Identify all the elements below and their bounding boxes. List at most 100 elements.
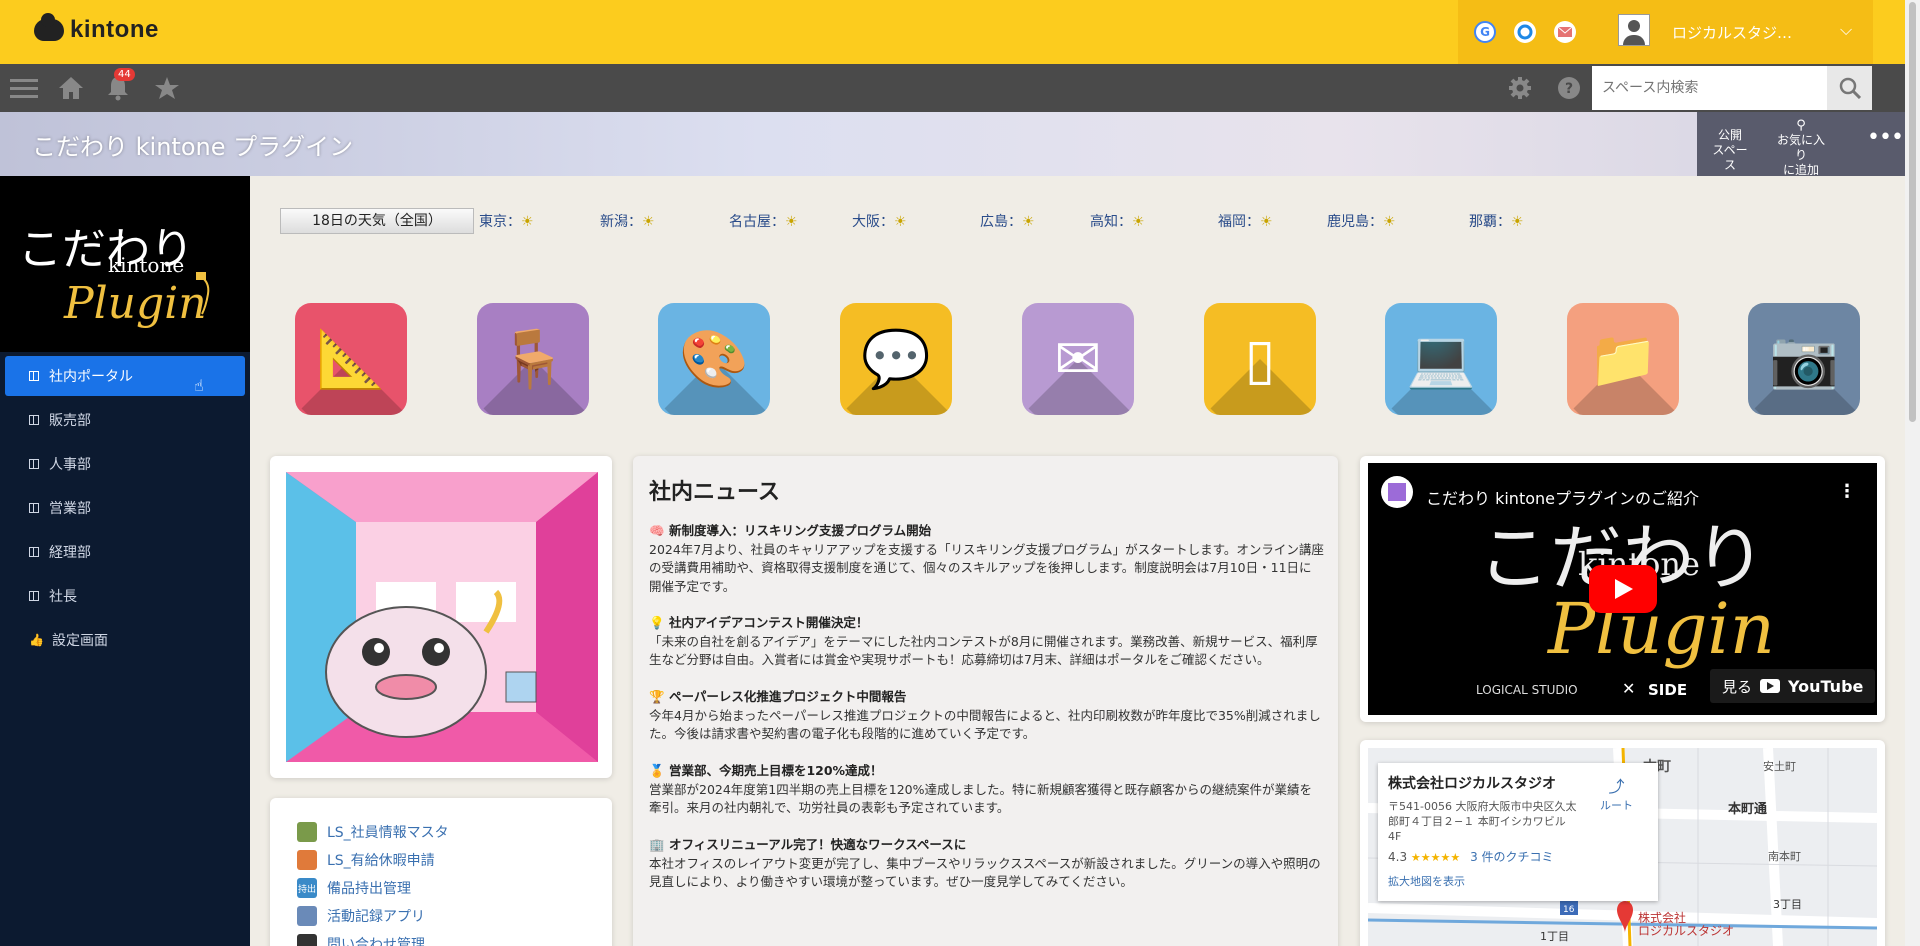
desk-app-icon[interactable]: 🪑: [477, 303, 589, 415]
app-link-label: 問い合わせ管理: [327, 937, 425, 946]
kintone-logo[interactable]: kintone: [34, 13, 159, 44]
weather-icon: ☀: [1511, 214, 1524, 230]
app-link[interactable]: 持出 備品持出管理: [297, 876, 411, 900]
folder-app-icon[interactable]: 📁: [1567, 303, 1679, 415]
video-title[interactable]: こだわり kintoneプラグインのご紹介: [1426, 485, 1699, 509]
news-item: 🧠 新制度導入：リスキリング支援プログラム開始 2024年7月より、社員のキャリア…: [649, 522, 1324, 596]
map-info-card: 株式会社ロジカルスタジオ 〒541-0056 大阪府大阪市中央区久太郎町４丁目２…: [1378, 763, 1658, 901]
cursor-pointer-icon: ☝: [194, 376, 204, 395]
chevron-down-icon[interactable]: ⌵: [1840, 20, 1852, 40]
search-button[interactable]: [1827, 66, 1872, 110]
app-link[interactable]: 問い合わせ管理: [297, 932, 425, 946]
news-heading: ペーパーレス化推進プロジェクト中間報告: [668, 689, 907, 704]
map-label-honmachi-dori: 本町通: [1728, 802, 1768, 817]
star-icon[interactable]: [154, 64, 180, 112]
weather-city: 大阪：☀: [852, 211, 907, 231]
sidebar: こだわり kintone Plugin 社内ポータル ☝ 販売部 人事部 営業部…: [0, 176, 250, 946]
cloud-icon: [34, 13, 64, 41]
directions-icon: ⤴: [1608, 777, 1625, 796]
sidebar-item-business[interactable]: 営業部: [5, 488, 245, 528]
weather-city: 広島：☀: [980, 211, 1035, 231]
sidebar-item-sales[interactable]: 販売部: [5, 400, 245, 440]
pin-icon: ⚲: [1796, 118, 1806, 133]
mascot-illustration: [286, 472, 598, 762]
app-link[interactable]: 活動記録アプリ: [297, 904, 425, 928]
page-scrollbar[interactable]: [1905, 0, 1920, 946]
space-header: こだわり kintone プラグイン 公開 スペース ⚲ お気に入り に追加 •…: [0, 112, 1905, 178]
mail-icon[interactable]: [1554, 21, 1576, 43]
weather-city-label: 大阪：: [852, 214, 894, 230]
sidebar-item-accounting[interactable]: 経理部: [5, 532, 245, 572]
app-icon: [29, 415, 39, 425]
chat-app-icon[interactable]: 💬: [840, 303, 952, 415]
google-map-embed[interactable]: 16 本町 本町通 安土町 南本町 3丁目 1丁目 株式会社ロジカルスタジオ 株…: [1368, 748, 1877, 946]
help-icon[interactable]: ?: [1557, 64, 1581, 112]
road-number: 16: [1563, 905, 1575, 915]
app-icon: [29, 591, 39, 601]
weather-city: 高知：☀: [1090, 211, 1145, 231]
weather-city-label: 広島：: [980, 214, 1022, 230]
camera-app-icon[interactable]: 📷: [1748, 303, 1860, 415]
app-link[interactable]: LS_有給休暇申請: [297, 848, 435, 872]
scrollbar-thumb[interactable]: [1909, 2, 1916, 422]
youtube-video-embed[interactable]: こだわり kintone Plugin こだわり kintoneプラグインのご紹…: [1368, 463, 1877, 715]
user-avatar-icon[interactable]: [1618, 14, 1650, 46]
weather-icon: ☀: [642, 214, 655, 230]
sidebar-item-label: 社内ポータル: [49, 369, 133, 385]
news-icon: 🏢: [649, 837, 665, 852]
map-route-button[interactable]: ⤴ ルート: [1600, 773, 1633, 813]
more-options-icon[interactable]: •••: [1867, 127, 1904, 149]
sidebar-item-hr[interactable]: 人事部: [5, 444, 245, 484]
tablet-app-icon[interactable]: ▯: [1204, 303, 1316, 415]
home-icon[interactable]: [58, 64, 84, 112]
news-body: 2024年7月より、社員のキャリアアップを支援する「リスキリング支援プログラム」…: [649, 541, 1324, 594]
news-body: 「未来の自社を創るアイデア」をテーマにした社内コンテストが8月に開催されます。業…: [649, 633, 1318, 668]
app-link-icon: [297, 850, 317, 870]
sidebar-item-label: 販売部: [49, 413, 91, 429]
weather-city: 那覇：☀: [1469, 211, 1524, 231]
weather-icon: ☀: [1022, 214, 1035, 230]
news-icon: 🧠: [649, 523, 665, 538]
news-heading: オフィスリニューアル完了！快適なワークスペースに: [668, 837, 967, 852]
map-pin-label: 株式会社 ロジカルスタジオ: [1638, 911, 1735, 938]
app-link-label: LS_社員情報マスタ: [327, 825, 449, 841]
map-label-azuchi: 安土町: [1763, 760, 1796, 773]
play-button[interactable]: [1589, 565, 1657, 613]
weather-city-label: 那覇：: [1469, 214, 1511, 230]
sidebar-item-settings[interactable]: 👍 設定画面: [5, 620, 245, 660]
sidebar-item-portal[interactable]: 社内ポータル: [5, 356, 245, 396]
logo-text: kintone: [70, 16, 159, 43]
app-link[interactable]: LS_社員情報マスタ: [297, 820, 449, 844]
weather-icon: ☀: [785, 214, 798, 230]
add-favorite-button[interactable]: ⚲ お気に入り に追加: [1773, 118, 1829, 178]
news-item: 🏅 営業部、今期売上目標を120%達成！ 営業部が2024年度第1四半期の売上目標…: [649, 762, 1324, 818]
weather-date-button[interactable]: 18日の天気（全国）: [280, 208, 474, 234]
news-item: 💡 社内アイデアコンテスト開催決定！ 「未来の自社を創るアイデア」をテーマにした社…: [649, 614, 1324, 670]
news-item: 🏆 ペーパーレス化推進プロジェクト中間報告 今年4月から始まったペーパーレス推進プ…: [649, 688, 1324, 744]
map-route-label: ルート: [1600, 799, 1633, 812]
news-heading: 営業部、今期売上目標を120%達成！: [668, 763, 883, 778]
menu-icon[interactable]: [10, 64, 38, 112]
circle-icon[interactable]: [1514, 21, 1536, 43]
mail-app-icon[interactable]: ✉: [1022, 303, 1134, 415]
app-icon: [29, 371, 39, 381]
gear-icon[interactable]: [1508, 64, 1532, 112]
laptop-app-icon[interactable]: 💻: [1385, 303, 1497, 415]
weather-city: 新潟：☀: [600, 211, 655, 231]
video-menu-icon[interactable]: ⋮: [1838, 481, 1856, 502]
palette-app-icon[interactable]: 🎨: [658, 303, 770, 415]
weather-city-label: 新潟：: [600, 214, 642, 230]
public-label-1: 公開: [1717, 128, 1742, 142]
svg-text:?: ?: [1565, 81, 1573, 97]
ruler-app-icon[interactable]: 📐: [295, 303, 407, 415]
sidebar-item-president[interactable]: 社長: [5, 576, 245, 616]
weather-city: 東京：☀: [479, 211, 534, 231]
g-icon[interactable]: G: [1474, 21, 1496, 43]
kodawari-plugin-logo: こだわり kintone Plugin: [0, 176, 250, 352]
map-reviews-link[interactable]: 3 件のクチコミ: [1470, 850, 1553, 864]
user-name[interactable]: ロジカルスタジ…: [1672, 22, 1792, 43]
public-space-button[interactable]: 公開 スペース: [1709, 128, 1751, 173]
space-search-input[interactable]: [1592, 66, 1827, 110]
watch-on-youtube-button[interactable]: 見る YouTube: [1710, 669, 1876, 703]
map-enlarge-link[interactable]: 拡大地図を表示: [1388, 873, 1648, 889]
